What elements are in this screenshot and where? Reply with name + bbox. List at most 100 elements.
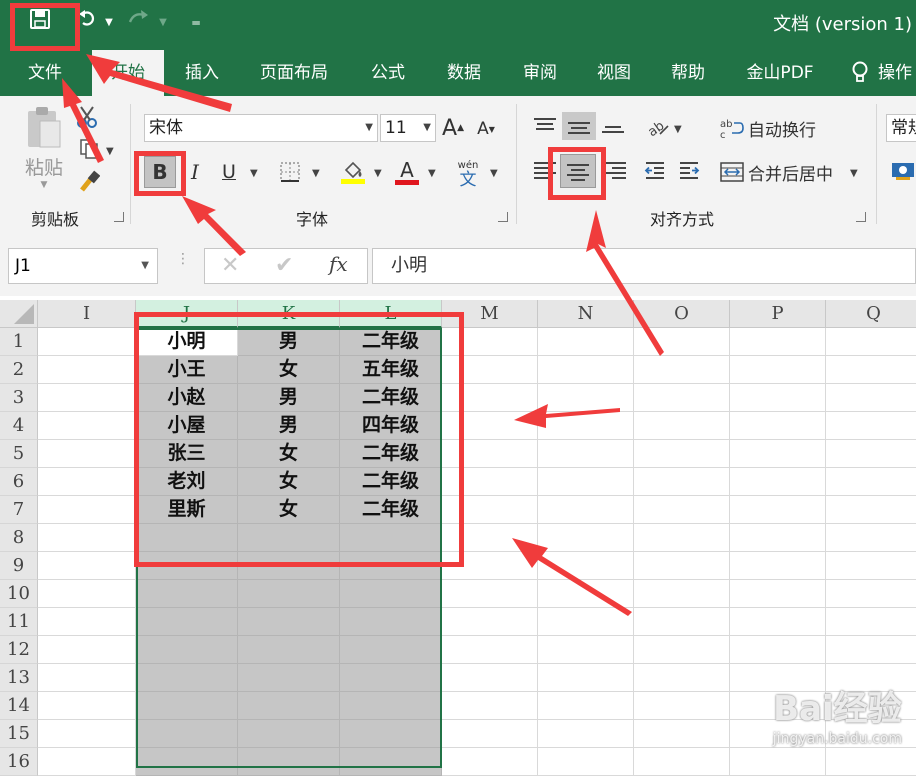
cell-o3[interactable] [634,384,730,412]
cell-n13[interactable] [538,664,634,692]
column-header-m[interactable]: M [442,300,538,328]
cell-j15[interactable] [136,720,238,748]
cell-k15[interactable] [238,720,340,748]
insert-function-button[interactable]: fx [329,252,348,276]
cell-m12[interactable] [442,636,538,664]
italic-button[interactable]: I [182,156,208,188]
cell-i8[interactable] [38,524,136,552]
cell-k2[interactable]: 女 [238,356,340,384]
cell-o2[interactable] [634,356,730,384]
align-right-icon[interactable] [604,162,626,182]
cell-j4[interactable]: 小屋 [136,412,238,440]
fill-color-dropdown-icon[interactable]: ▼ [374,168,382,179]
cell-k5[interactable]: 女 [238,440,340,468]
tab-page-layout[interactable]: 页面布局 [246,50,342,96]
cell-l1[interactable]: 二年级 [340,328,442,356]
cell-o8[interactable] [634,524,730,552]
cell-m13[interactable] [442,664,538,692]
cell-p12[interactable] [730,636,826,664]
cell-m6[interactable] [442,468,538,496]
row-header[interactable]: 12 [0,636,38,664]
font-launcher-icon[interactable] [498,212,508,222]
cell-k13[interactable] [238,664,340,692]
cell-j9[interactable] [136,552,238,580]
paste-button[interactable]: 粘贴 ▼ [20,104,68,190]
column-header-n[interactable]: N [538,300,634,328]
cell-i5[interactable] [38,440,136,468]
cell-i3[interactable] [38,384,136,412]
row-header[interactable]: 9 [0,552,38,580]
merge-center-dropdown-icon[interactable]: ▼ [850,168,858,179]
cell-p8[interactable] [730,524,826,552]
tab-home[interactable]: 开始 [92,50,164,96]
cell-i2[interactable] [38,356,136,384]
row-header[interactable]: 6 [0,468,38,496]
cell-j8[interactable] [136,524,238,552]
row-header[interactable]: 11 [0,608,38,636]
cell-m5[interactable] [442,440,538,468]
copy-icon[interactable] [76,136,102,162]
column-header-o[interactable]: O [634,300,730,328]
align-left-icon[interactable] [534,162,556,182]
cell-o9[interactable] [634,552,730,580]
underline-dropdown-icon[interactable]: ▼ [250,168,258,179]
bold-button[interactable]: B [144,156,176,188]
cell-j12[interactable] [136,636,238,664]
fill-color-icon[interactable] [338,156,368,188]
row-header[interactable]: 14 [0,692,38,720]
tab-data[interactable]: 数据 [432,50,496,96]
decrease-indent-icon[interactable] [642,158,668,184]
borders-icon[interactable] [276,158,304,186]
cell-o14[interactable] [634,692,730,720]
cell-j13[interactable] [136,664,238,692]
borders-dropdown-icon[interactable]: ▼ [312,168,320,179]
cell-q9[interactable] [826,552,916,580]
tab-view[interactable]: 视图 [582,50,646,96]
cell-i1[interactable] [38,328,136,356]
cell-o10[interactable] [634,580,730,608]
cell-k6[interactable]: 女 [238,468,340,496]
enter-icon[interactable]: ✔ [275,253,293,278]
cell-k16[interactable] [238,748,340,776]
cell-i11[interactable] [38,608,136,636]
formula-input[interactable]: 小明 [372,248,916,284]
phonetic-dropdown-icon[interactable]: ▼ [490,168,498,179]
cell-m10[interactable] [442,580,538,608]
cell-l13[interactable] [340,664,442,692]
align-top-icon[interactable] [534,118,556,133]
cell-o16[interactable] [634,748,730,776]
cell-o15[interactable] [634,720,730,748]
cell-l7[interactable]: 二年级 [340,496,442,524]
cell-l2[interactable]: 五年级 [340,356,442,384]
cell-n9[interactable] [538,552,634,580]
column-header-j[interactable]: J [136,300,238,328]
accounting-format-icon[interactable] [890,158,916,184]
column-header-i[interactable]: I [38,300,136,328]
align-bottom-icon[interactable] [602,126,624,136]
select-all-button[interactable] [0,300,38,328]
merge-center-button[interactable]: 合并后居中 [720,158,844,186]
cell-n4[interactable] [538,412,634,440]
row-header[interactable]: 1 [0,328,38,356]
cell-o11[interactable] [634,608,730,636]
cell-q10[interactable] [826,580,916,608]
align-center-button[interactable] [560,154,596,188]
cell-n1[interactable] [538,328,634,356]
tab-insert[interactable]: 插入 [170,50,234,96]
undo-icon[interactable] [74,8,100,38]
font-color-icon[interactable]: A [392,156,422,188]
cell-l3[interactable]: 二年级 [340,384,442,412]
row-header[interactable]: 16 [0,748,38,776]
cell-p9[interactable] [730,552,826,580]
cell-q4[interactable] [826,412,916,440]
save-icon[interactable] [20,8,60,40]
tab-formulas[interactable]: 公式 [356,50,420,96]
alignment-launcher-icon[interactable] [856,212,866,222]
row-header[interactable]: 8 [0,524,38,552]
cell-j10[interactable] [136,580,238,608]
cell-p1[interactable] [730,328,826,356]
cell-p3[interactable] [730,384,826,412]
cell-j1[interactable]: 小明 [136,328,238,356]
name-box[interactable]: J1 ▼ [8,248,158,284]
cell-l6[interactable]: 二年级 [340,468,442,496]
